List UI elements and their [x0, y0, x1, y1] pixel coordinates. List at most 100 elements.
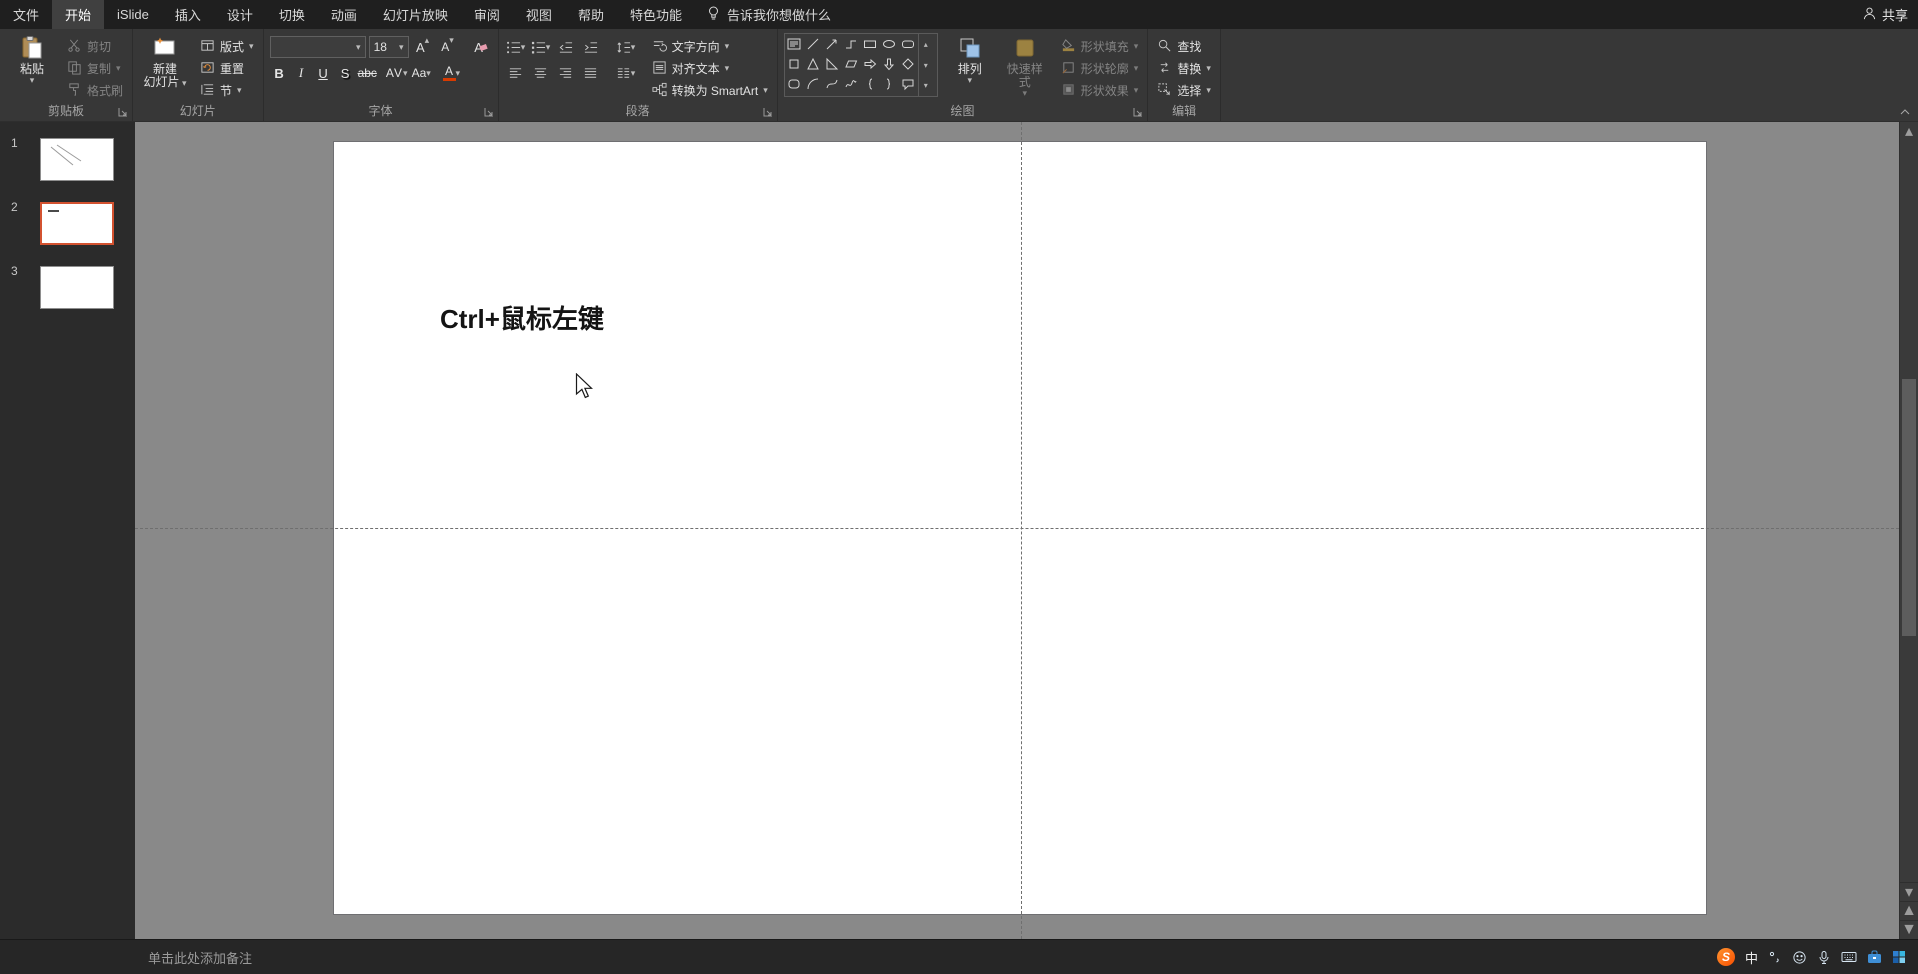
- ime-emoji-icon[interactable]: [1792, 950, 1807, 965]
- reset-button[interactable]: 重置: [197, 58, 257, 79]
- tell-me-box[interactable]: 告诉我你想做什么: [695, 0, 843, 29]
- ime-language-toggle[interactable]: 中: [1745, 948, 1758, 967]
- italic-button[interactable]: I: [292, 62, 311, 84]
- scrollbar-thumb[interactable]: [1902, 379, 1916, 636]
- menu-tab-slideshow[interactable]: 幻灯片放映: [370, 0, 461, 29]
- layout-button[interactable]: 版式▾: [197, 36, 257, 57]
- clipboard-dialog-launcher-icon[interactable]: [117, 106, 129, 118]
- shrink-font-button[interactable]: A▾: [437, 36, 459, 58]
- shape-rounded-rectangle-icon[interactable]: [899, 34, 918, 54]
- line-spacing-button[interactable]: ▾: [615, 36, 637, 58]
- notes-placeholder[interactable]: 单击此处添加备注: [148, 948, 252, 967]
- change-case-button[interactable]: Aa▾: [412, 62, 431, 84]
- scroll-down-icon[interactable]: ▾: [1900, 882, 1918, 901]
- font-dialog-launcher-icon[interactable]: [483, 106, 495, 118]
- shape-oval-icon[interactable]: [880, 34, 899, 54]
- shape-square-icon[interactable]: [785, 54, 804, 74]
- collapse-ribbon-button[interactable]: [1897, 105, 1913, 119]
- new-slide-button[interactable]: 新建幻灯片 ▾: [139, 33, 191, 89]
- align-left-button[interactable]: [505, 62, 527, 84]
- next-slide-button[interactable]: ▼: [1900, 920, 1918, 939]
- shape-elbow-connector-icon[interactable]: [842, 34, 861, 54]
- arrange-button[interactable]: 排列▾: [944, 33, 996, 85]
- menu-tab-file[interactable]: 文件: [0, 0, 52, 29]
- shape-line-icon[interactable]: [804, 34, 823, 54]
- text-direction-button[interactable]: 文字方向▾: [649, 36, 771, 57]
- underline-button[interactable]: U: [314, 62, 333, 84]
- ime-voice-icon[interactable]: [1817, 950, 1831, 965]
- sogou-logo-icon[interactable]: S: [1717, 948, 1735, 966]
- slide-2-thumbnail[interactable]: [40, 202, 114, 245]
- shape-arrow-icon[interactable]: [823, 34, 842, 54]
- menu-tab-animations[interactable]: 动画: [318, 0, 370, 29]
- shape-right-brace-icon[interactable]: [880, 74, 899, 94]
- gallery-scroll-up-icon[interactable]: ▴: [919, 34, 933, 55]
- editing-canvas[interactable]: Ctrl+鼠标左键: [135, 122, 1899, 939]
- menu-tab-special-features[interactable]: 特色功能: [617, 0, 695, 29]
- format-painter-button[interactable]: 格式刷: [64, 80, 126, 101]
- clear-formatting-button[interactable]: A: [470, 36, 492, 58]
- justify-button[interactable]: [580, 62, 602, 84]
- shape-arrow-down-icon[interactable]: [880, 54, 899, 74]
- select-button[interactable]: 选择▾: [1154, 80, 1214, 101]
- bullets-button[interactable]: ▾: [505, 36, 527, 58]
- ime-keyboard-icon[interactable]: [1841, 951, 1857, 963]
- text-shadow-button[interactable]: S: [336, 62, 355, 84]
- shape-rounded-rectangle-2-icon[interactable]: [785, 74, 804, 94]
- quick-styles-button[interactable]: 快速样式▾: [1002, 33, 1048, 98]
- section-button[interactable]: 节▾: [197, 80, 257, 101]
- scroll-up-icon[interactable]: ▴: [1900, 122, 1918, 139]
- shape-triangle-icon[interactable]: [804, 54, 823, 74]
- shape-fill-button[interactable]: 形状填充▾: [1058, 36, 1142, 57]
- menu-tab-help[interactable]: 帮助: [565, 0, 617, 29]
- shape-parallelogram-icon[interactable]: [842, 54, 861, 74]
- ime-apps-grid-icon[interactable]: [1892, 950, 1906, 964]
- share-button[interactable]: 共享: [1862, 0, 1908, 29]
- menu-tab-home[interactable]: 开始: [52, 0, 104, 29]
- menu-tab-insert[interactable]: 插入: [162, 0, 214, 29]
- copy-button[interactable]: 复制▾: [64, 58, 126, 79]
- paste-button[interactable]: 粘贴▾: [6, 33, 58, 85]
- strikethrough-button[interactable]: abc: [358, 62, 377, 84]
- shape-scribble-icon[interactable]: [842, 74, 861, 94]
- columns-button[interactable]: ▾: [615, 62, 637, 84]
- shape-rectangle-icon[interactable]: [861, 34, 880, 54]
- menu-tab-review[interactable]: 审阅: [461, 0, 513, 29]
- menu-tab-islide[interactable]: iSlide: [104, 0, 162, 29]
- slide-text[interactable]: Ctrl+鼠标左键: [440, 299, 604, 336]
- grow-font-button[interactable]: A▴: [412, 36, 434, 58]
- shape-right-triangle-icon[interactable]: [823, 54, 842, 74]
- slide-1-thumbnail[interactable]: [40, 138, 114, 181]
- ime-toolbox-icon[interactable]: [1867, 950, 1882, 964]
- menu-tab-view[interactable]: 视图: [513, 0, 565, 29]
- find-button[interactable]: 查找: [1154, 36, 1214, 57]
- shape-outline-button[interactable]: 形状轮廓▾: [1058, 58, 1142, 79]
- gallery-scroll-down-icon[interactable]: ▾: [919, 55, 933, 76]
- numbering-button[interactable]: ▾: [530, 36, 552, 58]
- shape-diamond-icon[interactable]: [899, 54, 918, 74]
- font-name-combo[interactable]: ▾: [270, 36, 366, 58]
- shape-left-brace-icon[interactable]: [861, 74, 880, 94]
- convert-to-smartart-button[interactable]: 转换为 SmartArt▾: [649, 80, 771, 101]
- ime-punctuation-icon[interactable]: [1768, 950, 1782, 964]
- increase-indent-button[interactable]: [580, 36, 602, 58]
- decrease-indent-button[interactable]: [555, 36, 577, 58]
- vertical-scrollbar[interactable]: ▴ ▾ ▲ ▼: [1899, 122, 1918, 939]
- shape-arrow-right-icon[interactable]: [861, 54, 880, 74]
- align-right-button[interactable]: [555, 62, 577, 84]
- font-size-combo[interactable]: 18▾: [369, 36, 409, 58]
- replace-button[interactable]: 替换▾: [1154, 58, 1214, 79]
- shape-callout-icon[interactable]: [899, 74, 918, 94]
- drawing-dialog-launcher-icon[interactable]: [1132, 106, 1144, 118]
- cut-button[interactable]: 剪切: [64, 36, 126, 57]
- align-center-button[interactable]: [530, 62, 552, 84]
- menu-tab-transitions[interactable]: 切换: [266, 0, 318, 29]
- character-spacing-button[interactable]: AV▾: [386, 62, 409, 84]
- shape-effects-button[interactable]: 形状效果▾: [1058, 80, 1142, 101]
- menu-tab-design[interactable]: 设计: [214, 0, 266, 29]
- shape-arc-icon[interactable]: [804, 74, 823, 94]
- shape-curve-icon[interactable]: [823, 74, 842, 94]
- previous-slide-button[interactable]: ▲: [1900, 901, 1918, 920]
- gallery-more-icon[interactable]: ▾: [919, 75, 933, 96]
- font-color-button[interactable]: A ▾: [442, 62, 461, 84]
